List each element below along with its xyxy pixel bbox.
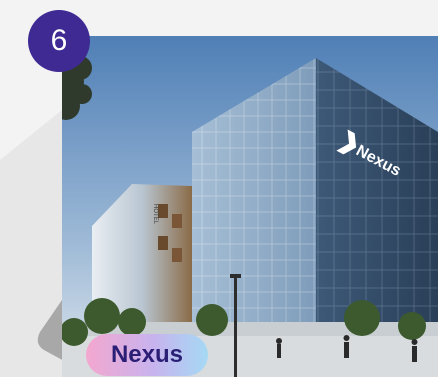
card-label-pill[interactable]: Nexus — [86, 334, 208, 376]
step-number: 6 — [50, 24, 68, 57]
hotel-sign: HOTEL — [152, 204, 158, 225]
step-number-badge: 6 — [28, 10, 90, 72]
building-photo: HOTEL Nexus — [62, 36, 438, 377]
card-label-text: Nexus — [110, 341, 184, 368]
building-illustration: HOTEL Nexus — [62, 36, 438, 377]
feature-card: HOTEL Nexus 6 Nexus — [0, 0, 438, 377]
